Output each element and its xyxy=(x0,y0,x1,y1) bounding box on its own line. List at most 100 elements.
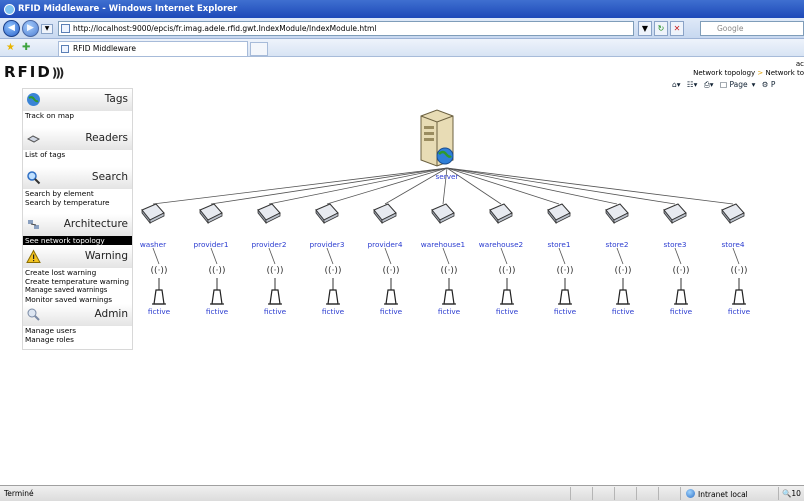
rfid-reader-icon[interactable]: ((·)) xyxy=(209,266,226,305)
node-label[interactable]: provider3 xyxy=(309,240,344,249)
status-divider xyxy=(614,487,615,500)
reader-label[interactable]: fictive xyxy=(264,307,286,316)
rfid-reader-icon[interactable]: ((·)) xyxy=(325,266,342,305)
switch-icon[interactable] xyxy=(489,203,513,225)
switch-icon[interactable] xyxy=(315,203,339,225)
tab-rfid-middleware[interactable]: RFID Middleware xyxy=(58,41,248,56)
status-divider xyxy=(778,487,779,500)
section-header[interactable]: Readers xyxy=(23,128,132,150)
switch-icon[interactable] xyxy=(373,203,397,225)
rfid-reader-icon[interactable]: ((·)) xyxy=(383,266,400,305)
section-title: Readers xyxy=(85,132,128,144)
page-header: RFID))) ac Network topology > Network to xyxy=(0,57,804,85)
rfid-reader-icon[interactable]: ((·)) xyxy=(615,266,632,305)
rfid-reader-icon[interactable]: ((·)) xyxy=(267,266,284,305)
server-icon[interactable] xyxy=(417,108,457,168)
node-label[interactable]: store1 xyxy=(547,240,570,249)
reader-label[interactable]: fictive xyxy=(612,307,634,316)
switch-icon[interactable] xyxy=(721,203,745,225)
switch-icon[interactable] xyxy=(199,203,223,225)
tab-page-icon xyxy=(61,45,69,53)
server-label[interactable]: server xyxy=(435,172,458,181)
node-label[interactable]: store3 xyxy=(663,240,686,249)
node-label[interactable]: warehouse1 xyxy=(421,240,465,249)
node-label[interactable]: washer xyxy=(140,240,166,249)
node-label[interactable]: store2 xyxy=(605,240,628,249)
section-header[interactable]: Tags xyxy=(23,89,132,111)
globe-icon xyxy=(686,489,695,498)
breadcrumb-item[interactable]: Network topology xyxy=(693,69,755,77)
zoom-control[interactable]: 🔍10 xyxy=(782,489,801,498)
breadcrumb-item[interactable]: Network to xyxy=(766,69,804,77)
menu-item-manage-users[interactable]: Manage users xyxy=(23,326,132,335)
reader-label[interactable]: fictive xyxy=(322,307,344,316)
reader-label[interactable]: fictive xyxy=(380,307,402,316)
sidebar-section-admin: Admin Manage users Manage roles xyxy=(23,304,132,348)
switch-icon[interactable] xyxy=(547,203,571,225)
tab-title: RFID Middleware xyxy=(73,44,136,53)
window-titlebar: RFID Middleware - Windows Internet Explo… xyxy=(0,0,804,18)
security-zone[interactable]: Intranet local xyxy=(686,489,748,499)
menu-item-manage-roles[interactable]: Manage roles xyxy=(23,335,132,344)
section-header[interactable]: Admin xyxy=(23,304,132,326)
rfid-reader-icon[interactable]: ((·)) xyxy=(499,266,516,305)
rfid-reader-icon[interactable]: ((·)) xyxy=(731,266,748,305)
node-label[interactable]: provider2 xyxy=(251,240,286,249)
search-input[interactable]: Google xyxy=(700,21,804,36)
svg-text:((·)): ((·)) xyxy=(267,266,284,276)
rfid-reader-icon[interactable]: ((·)) xyxy=(441,266,458,305)
reader-label[interactable]: fictive xyxy=(438,307,460,316)
reader-label[interactable]: fictive xyxy=(206,307,228,316)
node-label[interactable]: store4 xyxy=(721,240,744,249)
reader-label[interactable]: fictive xyxy=(728,307,750,316)
switch-icon[interactable] xyxy=(141,203,165,225)
switch-icon[interactable] xyxy=(605,203,629,225)
node-label[interactable]: provider4 xyxy=(367,240,402,249)
reader-label[interactable]: fictive xyxy=(670,307,692,316)
section-header[interactable]: Warning xyxy=(23,246,132,268)
add-favorite-icon[interactable]: ✚ xyxy=(22,42,30,53)
node-label[interactable]: provider1 xyxy=(193,240,228,249)
rfid-logo: RFID))) xyxy=(4,63,65,81)
menu-item-create-lost-warning[interactable]: Create lost warning xyxy=(23,268,132,277)
menu-item-monitor-saved-warnings[interactable]: Monitor saved warnings xyxy=(23,295,132,304)
logo-waves-icon: ))) xyxy=(51,66,65,80)
switch-icon[interactable] xyxy=(431,203,455,225)
rfid-reader-icon[interactable]: ((·)) xyxy=(151,266,168,305)
switch-icon[interactable] xyxy=(257,203,281,225)
new-tab-button[interactable] xyxy=(250,42,268,56)
menu-item-manage-saved-warnings[interactable]: Manage saved warnings xyxy=(23,286,132,295)
svg-text:((·)): ((·)) xyxy=(557,266,574,276)
menu-item-search-by-element[interactable]: Search by element xyxy=(23,189,132,198)
reader-link-line xyxy=(500,247,508,265)
refresh-button[interactable]: ↻ xyxy=(654,21,668,36)
forward-button[interactable]: ▶ xyxy=(22,20,39,37)
menu-item-search-by-temperature[interactable]: Search by temperature xyxy=(23,198,132,207)
sidebar-section-architecture: Architecture See network topology xyxy=(23,214,132,246)
menu-item-see-network-topology[interactable]: See network topology xyxy=(23,236,132,245)
section-header[interactable]: Search xyxy=(23,167,132,189)
reader-link-line xyxy=(674,247,682,265)
rfid-reader-icon[interactable]: ((·)) xyxy=(557,266,574,305)
favorites-star-icon[interactable]: ★ xyxy=(6,42,15,53)
reader-label[interactable]: fictive xyxy=(148,307,170,316)
reader-label[interactable]: fictive xyxy=(554,307,576,316)
svg-text:((·)): ((·)) xyxy=(209,266,226,276)
sidebar-section-readers: Readers List of tags xyxy=(23,128,132,167)
menu-item-track-on-map[interactable]: Track on map xyxy=(23,111,132,120)
section-header[interactable]: Architecture xyxy=(23,214,132,236)
switch-icon[interactable] xyxy=(663,203,687,225)
menu-item-list-of-tags[interactable]: List of tags xyxy=(23,150,132,159)
menu-item-create-temperature-warning[interactable]: Create temperature warning xyxy=(23,277,132,286)
reader-label[interactable]: fictive xyxy=(496,307,518,316)
history-dropdown[interactable]: ▼ xyxy=(41,24,53,34)
reader-link-line xyxy=(558,247,566,265)
address-input[interactable]: http://localhost:9000/epcis/fr.imag.adel… xyxy=(58,21,634,36)
rfid-reader-icon[interactable]: ((·)) xyxy=(673,266,690,305)
back-button[interactable]: ◀ xyxy=(3,20,20,37)
stop-button[interactable]: ✕ xyxy=(670,21,684,36)
address-dropdown[interactable]: ▼ xyxy=(638,21,652,36)
warning-icon xyxy=(26,249,41,263)
section-title: Tags xyxy=(104,93,128,105)
node-label[interactable]: warehouse2 xyxy=(479,240,523,249)
